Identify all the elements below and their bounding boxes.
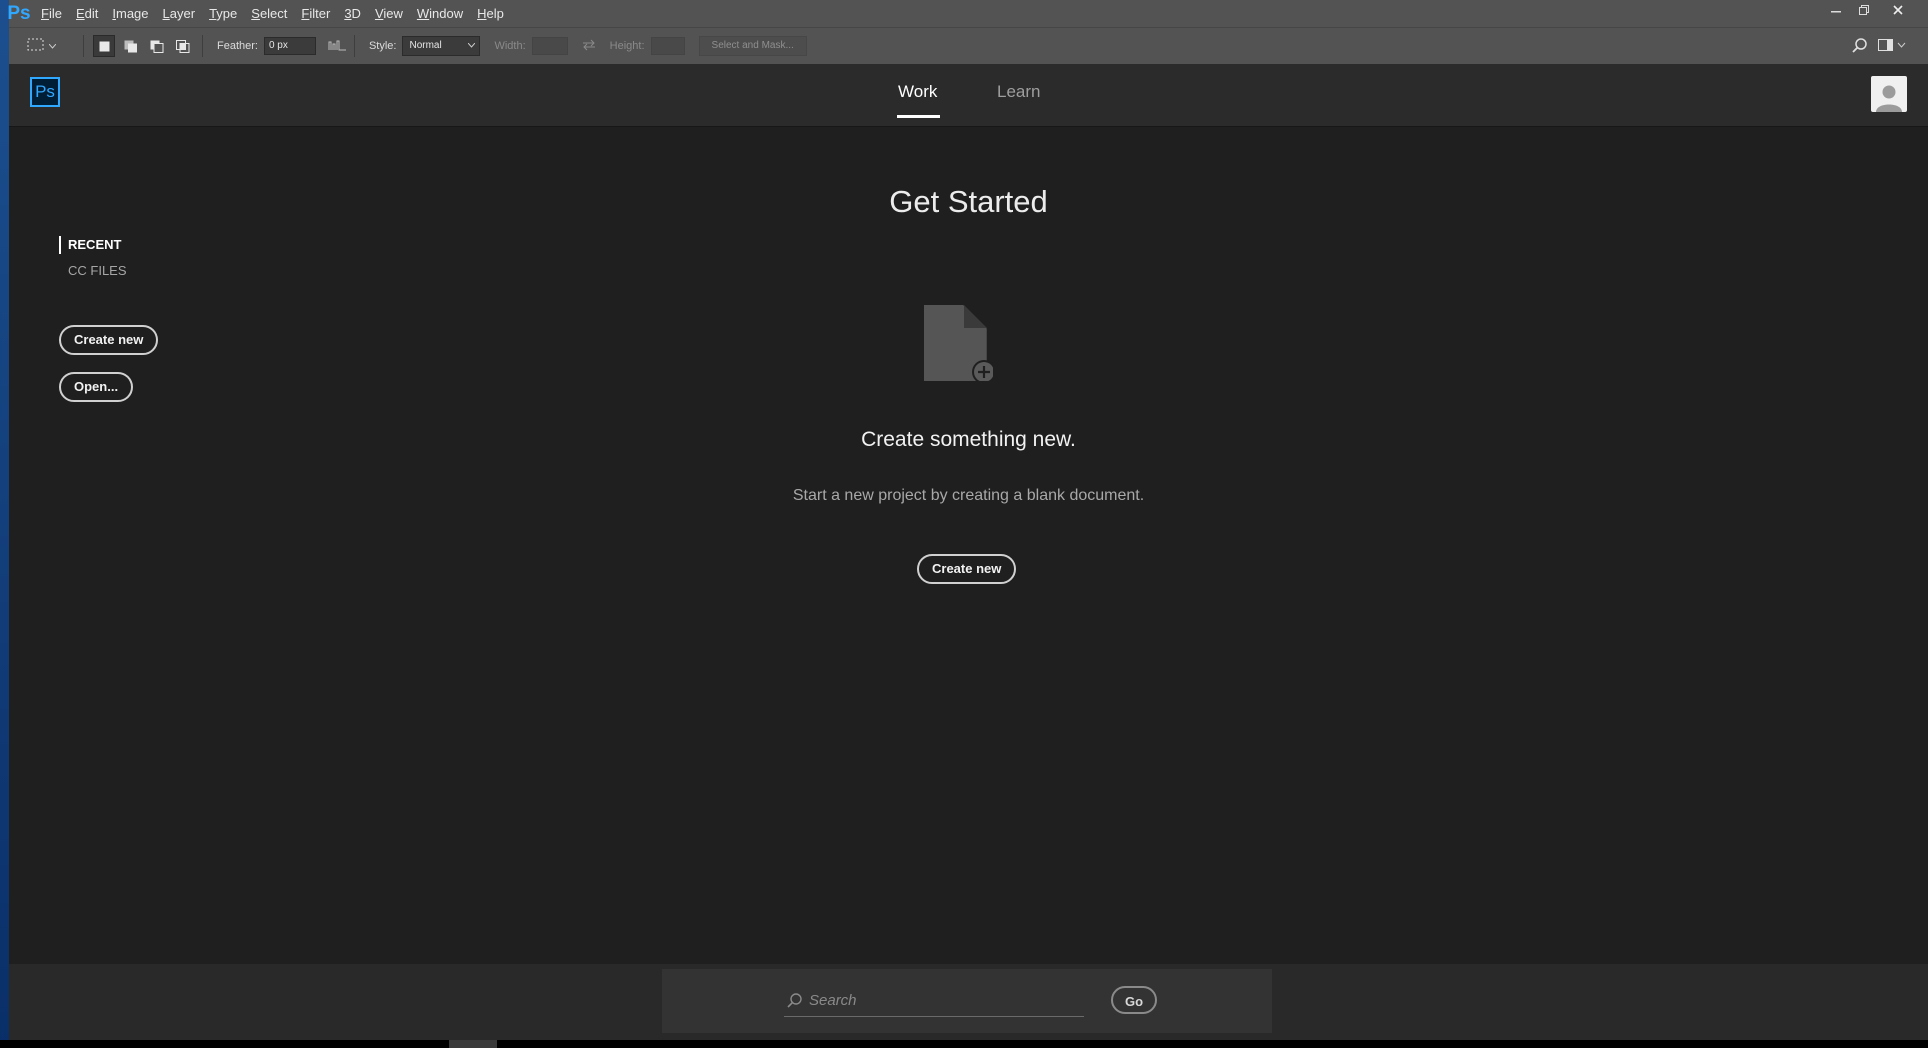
close-icon[interactable] bbox=[1884, 0, 1912, 20]
feather-label: Feather: bbox=[217, 40, 258, 52]
nav-cc-files[interactable]: CC FILES bbox=[59, 262, 127, 280]
menu-file[interactable]: File bbox=[34, 0, 69, 27]
open-button[interactable]: Open... bbox=[59, 372, 134, 402]
create-headline: Create something new. bbox=[861, 428, 1076, 451]
swap-icon bbox=[582, 39, 596, 54]
width-label: Width: bbox=[494, 40, 526, 52]
menu-edit[interactable]: Edit bbox=[69, 0, 105, 27]
menu-3d[interactable]: 3D bbox=[337, 0, 368, 27]
document-add-icon bbox=[921, 301, 996, 384]
search-panel: Search Go bbox=[662, 969, 1272, 1033]
taskbar bbox=[0, 1040, 1928, 1048]
select-and-mask-button: Select and Mask... bbox=[698, 36, 807, 56]
style-label: Style: bbox=[368, 40, 397, 52]
add-selection-icon[interactable] bbox=[121, 36, 141, 56]
chevron-down-icon bbox=[48, 40, 57, 52]
photoshop-window: Ps File Edit Image Layer Type Select Fil… bbox=[7, 0, 1928, 1048]
center-create-new-button[interactable]: Create new bbox=[917, 554, 1017, 584]
taskbar-item[interactable] bbox=[449, 1040, 497, 1048]
intersect-selection-icon[interactable] bbox=[173, 36, 193, 56]
separator bbox=[202, 35, 203, 57]
footer: Search Go bbox=[9, 964, 1928, 1040]
options-bar: Feather: 0 px Style: Normal Width: Heigh… bbox=[9, 27, 1928, 65]
anti-alias-icon[interactable] bbox=[328, 39, 348, 54]
workspace-icon[interactable] bbox=[1878, 39, 1906, 56]
search-icon bbox=[786, 993, 802, 1014]
create-subline: Start a new project by creating a blank … bbox=[792, 487, 1145, 504]
create-new-button[interactable]: Create new bbox=[59, 325, 159, 355]
menu-window[interactable]: Window bbox=[410, 0, 470, 27]
menu-image[interactable]: Image bbox=[105, 0, 155, 27]
menu-select[interactable]: Select bbox=[244, 0, 294, 27]
search-input[interactable]: Search bbox=[784, 986, 1084, 1017]
style-select[interactable]: Normal bbox=[402, 36, 481, 56]
left-actions: Create new Open... bbox=[59, 325, 159, 402]
separator bbox=[353, 35, 355, 57]
menu-view[interactable]: View bbox=[368, 0, 410, 27]
tab-learn[interactable]: Learn bbox=[997, 82, 1040, 102]
tab-work[interactable]: Work bbox=[896, 82, 941, 118]
app-logo[interactable]: Ps bbox=[0, 3, 34, 25]
left-nav: RECENT CC FILES bbox=[59, 236, 127, 280]
ps-logo: Ps bbox=[30, 77, 60, 107]
avatar-icon[interactable] bbox=[1871, 76, 1907, 112]
desktop-edge bbox=[0, 0, 9, 1048]
height-input bbox=[650, 37, 685, 55]
new-selection-icon[interactable] bbox=[93, 35, 115, 57]
menu-filter[interactable]: Filter bbox=[294, 0, 337, 27]
go-button[interactable]: Go bbox=[1111, 986, 1157, 1014]
nav-recent[interactable]: RECENT bbox=[59, 236, 127, 254]
marquee-tool-icon bbox=[27, 38, 45, 55]
height-label: Height: bbox=[609, 40, 645, 52]
search-icon[interactable] bbox=[1852, 38, 1868, 57]
menu-layer[interactable]: Layer bbox=[156, 0, 203, 27]
feather-input[interactable]: 0 px bbox=[263, 37, 316, 55]
minimize-icon[interactable] bbox=[1822, 0, 1850, 20]
tool-preset-picker[interactable] bbox=[27, 38, 77, 55]
start-header: Ps Work Learn bbox=[9, 64, 1928, 127]
separator bbox=[83, 35, 84, 57]
page-title: Get Started bbox=[889, 184, 1048, 219]
width-input bbox=[531, 37, 568, 55]
style-select-value: Normal bbox=[409, 40, 442, 51]
subtract-selection-icon[interactable] bbox=[147, 36, 167, 56]
restore-icon[interactable] bbox=[1850, 0, 1878, 20]
chevron-down-icon bbox=[468, 37, 476, 55]
menu-type[interactable]: Type bbox=[202, 0, 244, 27]
menu-bar: Ps File Edit Image Layer Type Select Fil… bbox=[7, 0, 1928, 27]
search-placeholder: Search bbox=[809, 992, 857, 1009]
menu-help[interactable]: Help bbox=[470, 0, 511, 27]
